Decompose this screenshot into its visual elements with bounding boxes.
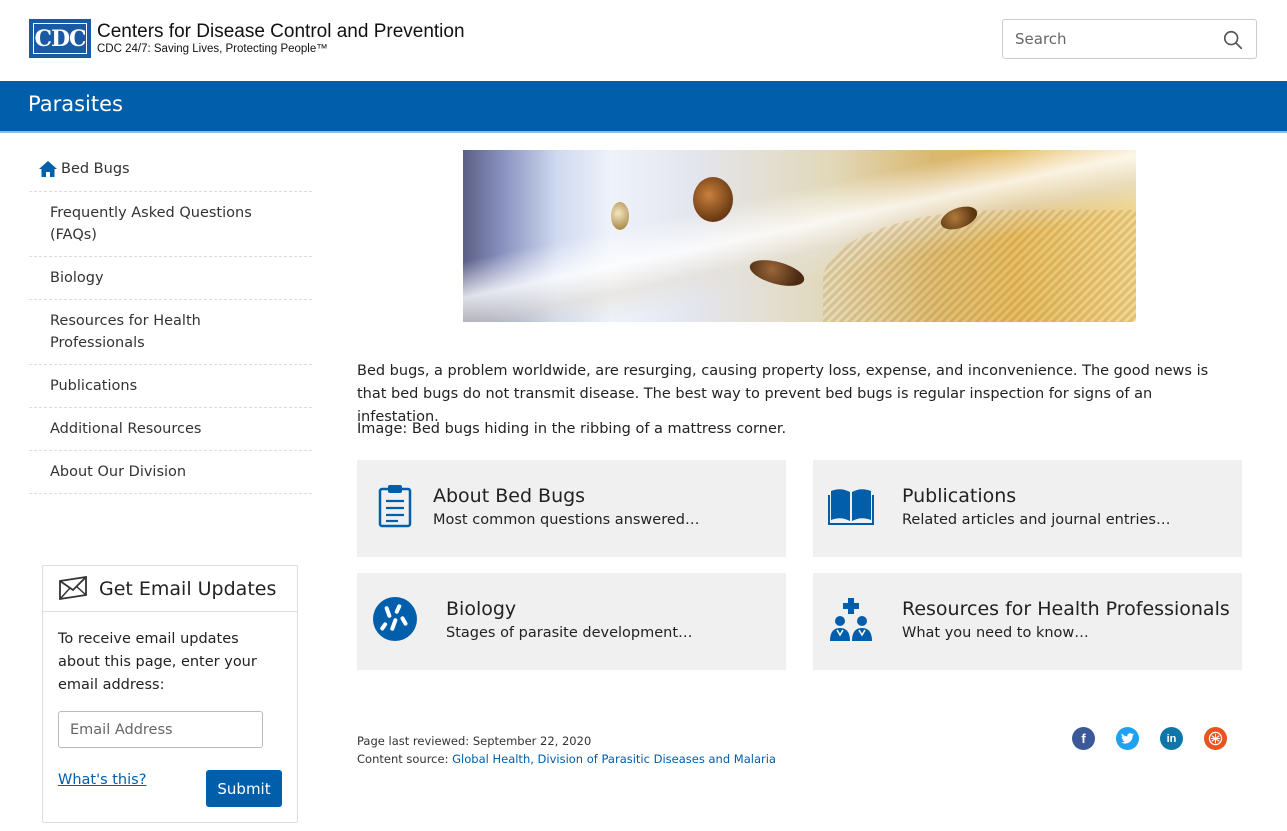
section-banner: Parasites: [0, 81, 1287, 133]
cdc-logo[interactable]: CDC Centers for Disease Control and Prev…: [29, 19, 465, 58]
card-title: About Bed Bugs: [433, 485, 586, 507]
site-tagline: CDC 24/7: Saving Lives, Protecting Peopl…: [97, 42, 328, 55]
twitter-icon[interactable]: [1116, 727, 1139, 750]
content-source-label: Content source:: [357, 752, 453, 766]
sidebar-item-label: Additional Resources: [50, 421, 202, 437]
image-caption: Image: Bed bugs hiding in the ribbing of…: [357, 421, 787, 437]
email-updates-title: Get Email Updates: [99, 577, 277, 600]
whats-this-link[interactable]: What's this?: [58, 772, 146, 788]
sidebar-item-label: Frequently Asked Questions (FAQs): [50, 205, 252, 243]
sidebar-item-publications[interactable]: Publications: [29, 365, 312, 408]
card-subtitle: Stages of parasite development…: [446, 625, 693, 641]
search-input[interactable]: [1003, 20, 1203, 58]
sidebar-item-about-division[interactable]: About Our Division: [29, 451, 312, 494]
card-publications[interactable]: Publications Related articles and journa…: [813, 460, 1242, 557]
sidebar-item-biology[interactable]: Biology: [29, 257, 312, 300]
sidebar-item-label: Publications: [50, 378, 138, 394]
book-icon: [827, 482, 875, 530]
sidebar-item-faqs[interactable]: Frequently Asked Questions (FAQs): [29, 192, 312, 257]
email-updates-description: To receive email updates about this page…: [58, 631, 257, 693]
section-title[interactable]: Parasites: [28, 92, 123, 116]
email-field[interactable]: [58, 711, 263, 748]
card-subtitle: Related articles and journal entries…: [902, 512, 1171, 528]
card-biology[interactable]: Biology Stages of parasite development…: [357, 573, 786, 670]
sidebar-item-health-professionals[interactable]: Resources for Health Professionals: [29, 300, 312, 365]
site-header: CDC Centers for Disease Control and Prev…: [0, 0, 1287, 81]
card-about-bed-bugs[interactable]: About Bed Bugs Most common questions ans…: [357, 460, 786, 557]
card-title: Resources for Health Professionals: [902, 598, 1230, 620]
sidebar-item-label: Resources for Health Professionals: [50, 313, 201, 351]
syndicate-icon[interactable]: [1204, 727, 1227, 750]
intro-paragraph: Bed bugs, a problem worldwide, are resur…: [357, 363, 1209, 425]
last-reviewed: Page last reviewed: September 22, 2020: [357, 734, 592, 748]
card-subtitle: Most common questions answered…: [433, 512, 700, 528]
clipboard-icon: [371, 482, 419, 530]
search-icon[interactable]: [1222, 29, 1244, 51]
card-health-professionals[interactable]: Resources for Health Professionals What …: [813, 573, 1242, 670]
envelope-icon: [59, 575, 87, 600]
linkedin-icon[interactable]: in: [1160, 727, 1183, 750]
sidebar-item-home[interactable]: Bed Bugs: [29, 150, 312, 192]
email-updates-header: Get Email Updates: [43, 566, 297, 612]
bed-bugs-image: [463, 150, 1136, 322]
facebook-icon[interactable]: f: [1072, 727, 1095, 750]
card-subtitle: What you need to know…: [902, 625, 1089, 641]
doctors-icon: [827, 595, 875, 643]
search-box: [1002, 19, 1257, 59]
card-title: Publications: [902, 485, 1017, 507]
cdc-logo-abbr: CDC: [33, 23, 87, 54]
content-source-link[interactable]: Global Health, Division of Parasitic Dis…: [452, 752, 776, 766]
sidebar-item-label: Biology: [50, 270, 104, 286]
cdc-logo-mark: CDC: [29, 19, 91, 58]
email-updates-panel: Get Email Updates To receive email updat…: [42, 565, 298, 823]
content-source: Content source: Global Health, Division …: [357, 750, 776, 768]
sidebar-item-label: Bed Bugs: [61, 160, 130, 177]
sidebar-item-label: About Our Division: [50, 464, 187, 480]
site-title: Centers for Disease Control and Preventi…: [97, 20, 465, 42]
home-icon: [39, 160, 57, 177]
card-title: Biology: [446, 598, 517, 620]
page-meta: Page last reviewed: September 22, 2020 C…: [357, 732, 776, 768]
submit-button[interactable]: Submit: [206, 770, 282, 807]
sidebar-nav: Bed Bugs Frequently Asked Questions (FAQ…: [29, 150, 312, 494]
sidebar-item-additional-resources[interactable]: Additional Resources: [29, 408, 312, 451]
bacteria-icon: [371, 595, 419, 643]
